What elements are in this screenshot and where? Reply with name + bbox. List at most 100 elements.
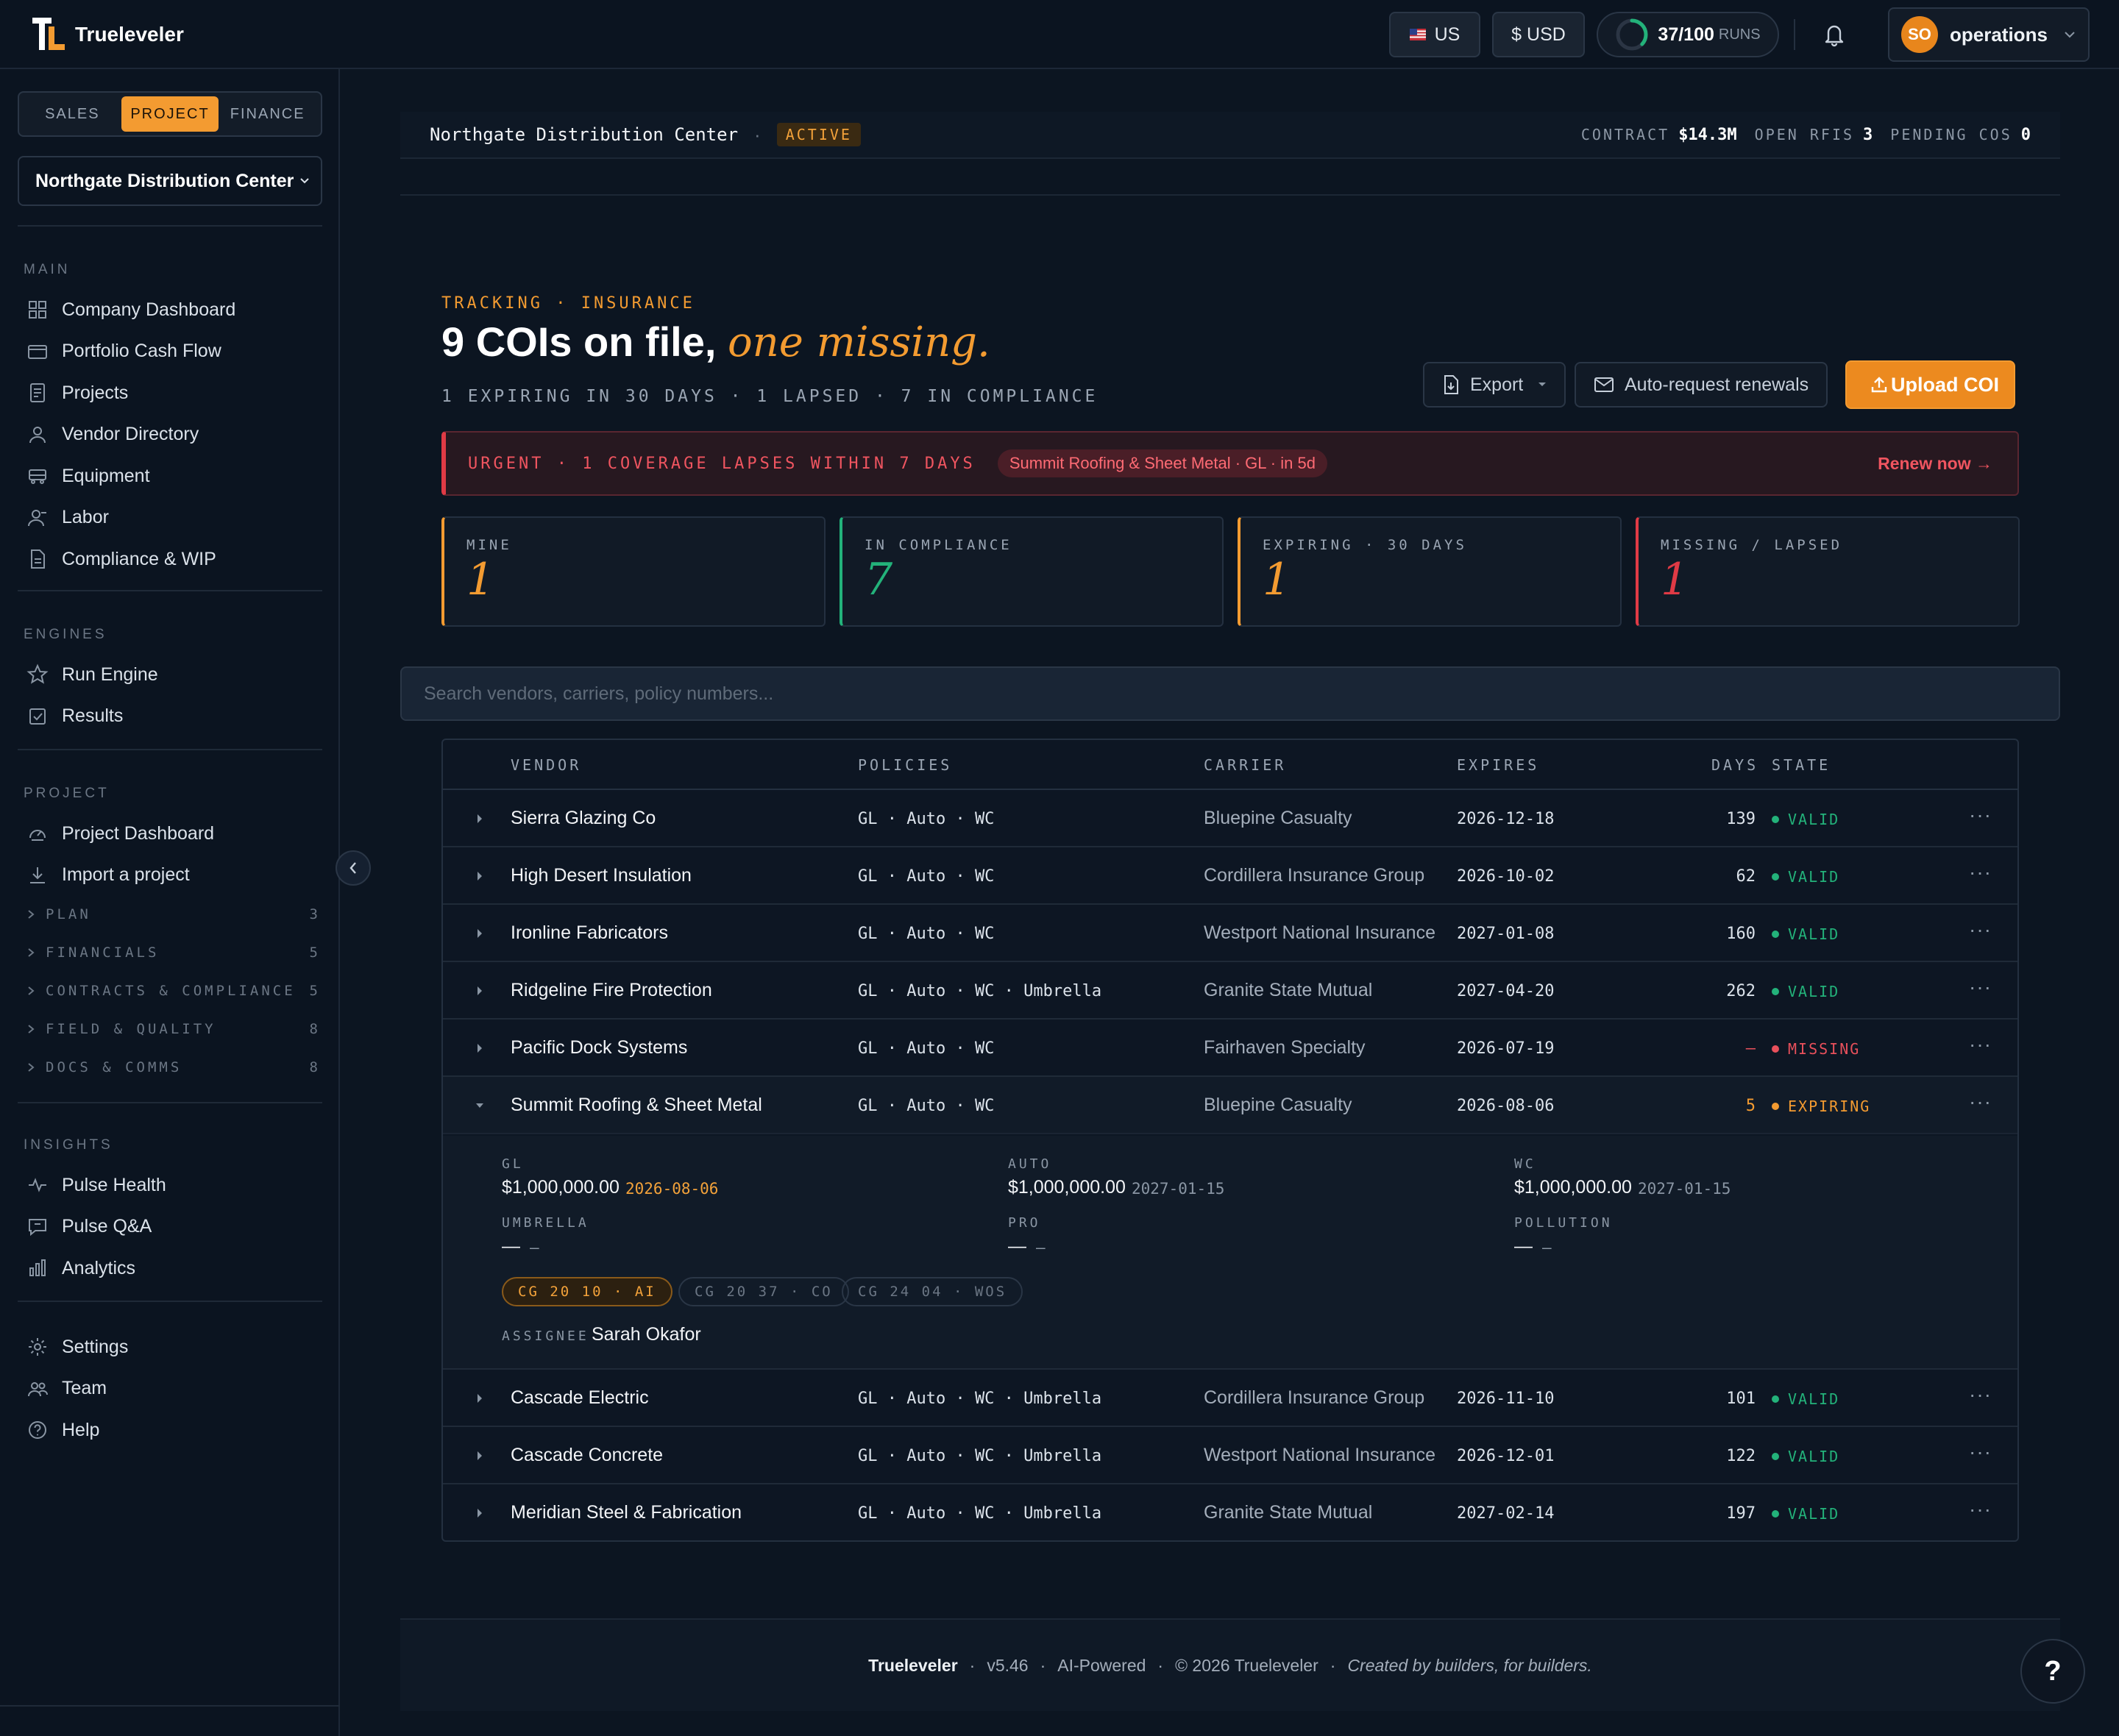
sidebar-group-plan[interactable]: PLAN 3 — [24, 906, 318, 922]
table-row[interactable]: Cascade Concrete GL · Auto · WC · Umbrel… — [443, 1427, 2017, 1484]
sidebar-item-portfolio-cash-flow[interactable]: Portfolio Cash Flow — [26, 341, 221, 363]
vendor-name[interactable]: Pacific Dock Systems — [511, 1037, 687, 1059]
vendor-name[interactable]: Ridgeline Fire Protection — [511, 980, 712, 1001]
assignee-name[interactable]: Sarah Okafor — [592, 1324, 701, 1345]
caret-right-icon[interactable] — [472, 1443, 487, 1468]
footer-version: v5.46 — [987, 1655, 1029, 1675]
help-button[interactable]: ? — [2020, 1639, 2085, 1704]
caret-right-icon[interactable] — [472, 921, 487, 946]
sidebar-item-vendor-directory[interactable]: Vendor Directory — [26, 424, 199, 446]
sidebar-item-team[interactable]: Team — [26, 1378, 107, 1400]
pulse-icon — [29, 1178, 46, 1192]
endorsement-chip[interactable]: CG 24 04 · WOS — [842, 1277, 1023, 1306]
sidebar-group-field-quality[interactable]: FIELD & QUALITY 8 — [24, 1021, 318, 1037]
sidebar-item-results[interactable]: Results — [26, 705, 123, 728]
vendor-name[interactable]: Meridian Steel & Fabrication — [511, 1502, 742, 1523]
endorsement-chip[interactable]: CG 20 10 · AI — [502, 1277, 672, 1306]
currency-selector[interactable]: $ USD — [1492, 12, 1585, 57]
sidebar-item-label: Pulse Health — [62, 1174, 166, 1195]
table-row[interactable]: Sierra Glazing Co GL · Auto · WC Bluepin… — [443, 790, 2017, 847]
bell-icon[interactable] — [1822, 21, 1847, 47]
caret-right-icon[interactable] — [472, 1501, 487, 1526]
more-icon[interactable]: ··· — [1969, 1498, 1992, 1521]
stat-card[interactable]: IN COMPLIANCE 7 — [840, 516, 1224, 627]
col-expires[interactable]: EXPIRES — [1457, 756, 1539, 774]
table-row[interactable]: Summit Roofing & Sheet Metal GL · Auto ·… — [443, 1077, 2017, 1134]
user-menu[interactable]: SO operations — [1888, 7, 2090, 62]
renew-now-link[interactable]: Renew now → — [1878, 454, 1992, 474]
more-icon[interactable]: ··· — [1969, 1383, 1992, 1406]
auto-request-button[interactable]: Auto-request renewals — [1575, 362, 1828, 408]
table-row[interactable]: Ridgeline Fire Protection GL · Auto · WC… — [443, 962, 2017, 1020]
sidebar-item-label: Pulse Q&A — [62, 1216, 152, 1237]
sidebar-item-labor[interactable]: Labor — [26, 507, 109, 529]
sidebar-item-import-a-project[interactable]: Import a project — [26, 864, 190, 886]
caret-right-icon[interactable] — [472, 1386, 487, 1411]
project-selector[interactable]: Northgate Distribution Center — [18, 156, 322, 206]
tab-finance[interactable]: FINANCE — [219, 96, 316, 132]
sidebar-item-project-dashboard[interactable]: Project Dashboard — [26, 822, 214, 844]
vendor-name[interactable]: Ironline Fabricators — [511, 922, 668, 944]
table-row[interactable]: High Desert Insulation GL · Auto · WC Co… — [443, 847, 2017, 905]
alert-chip[interactable]: Summit Roofing & Sheet Metal · GL · in 5… — [997, 449, 1327, 477]
table-row[interactable]: Pacific Dock Systems GL · Auto · WC Fair… — [443, 1020, 2017, 1077]
days: — — [1745, 1039, 1756, 1058]
sidebar-item-settings[interactable]: Settings — [26, 1336, 128, 1358]
sidebar-group-docs-comms[interactable]: DOCS & COMMS 8 — [24, 1059, 318, 1075]
bar-chart-icon — [29, 1259, 46, 1276]
endorsement-chip[interactable]: CG 20 37 · CO — [678, 1277, 849, 1306]
vendor-name[interactable]: Cascade Electric — [511, 1387, 649, 1409]
search-input[interactable]: Search vendors, carriers, policy numbers… — [400, 666, 2060, 721]
sidebar-item-pulse-health[interactable]: Pulse Health — [26, 1174, 166, 1196]
caret-right-icon[interactable] — [472, 864, 487, 889]
more-icon[interactable]: ··· — [1969, 918, 1992, 942]
sidebar-item-company-dashboard[interactable]: Company Dashboard — [26, 299, 235, 321]
sidebar-item-equipment[interactable]: Equipment — [26, 465, 150, 487]
more-icon[interactable]: ··· — [1969, 861, 1992, 884]
sidebar-item-help[interactable]: Help — [26, 1419, 99, 1441]
collapse-sidebar-button[interactable] — [336, 850, 371, 886]
more-icon[interactable]: ··· — [1969, 1033, 1992, 1056]
sidebar-group-financials[interactable]: FINANCIALS 5 — [24, 945, 318, 961]
more-icon[interactable]: ··· — [1969, 803, 1992, 827]
days: 160 — [1726, 925, 1756, 943]
more-icon[interactable]: ··· — [1969, 1440, 1992, 1464]
col-days[interactable]: DAYS — [1711, 756, 1758, 774]
stat-card[interactable]: MINE 1 — [441, 516, 826, 627]
vendor-name[interactable]: Sierra Glazing Co — [511, 808, 656, 829]
vendor-name[interactable]: High Desert Insulation — [511, 865, 692, 886]
table-row[interactable]: Cascade Electric GL · Auto · WC · Umbrel… — [443, 1370, 2017, 1427]
col-vendor[interactable]: VENDOR — [511, 756, 581, 774]
stat-card[interactable]: MISSING / LAPSED 1 — [1636, 516, 2020, 627]
vendor-name[interactable]: Summit Roofing & Sheet Metal — [511, 1095, 762, 1116]
sidebar-item-analytics[interactable]: Analytics — [26, 1257, 135, 1279]
tab-sales[interactable]: SALES — [24, 96, 121, 132]
table-row[interactable]: Ironline Fabricators GL · Auto · WC West… — [443, 905, 2017, 962]
more-icon[interactable]: ··· — [1969, 975, 1992, 999]
tab-project[interactable]: PROJECT — [121, 96, 219, 132]
app-logo[interactable]: Trueleveler — [31, 16, 184, 53]
col-policies[interactable]: POLICIES — [858, 756, 952, 774]
region-selector[interactable]: US — [1389, 12, 1480, 57]
sidebar-item-pulse-q-a[interactable]: Pulse Q&A — [26, 1216, 152, 1238]
sidebar-item-compliance-wip[interactable]: Compliance & WIP — [26, 548, 216, 570]
export-button[interactable]: Export — [1423, 362, 1566, 408]
col-state[interactable]: STATE — [1772, 756, 1831, 774]
sidebar-item-label: Portfolio Cash Flow — [62, 341, 221, 361]
col-carrier[interactable]: CARRIER — [1204, 756, 1286, 774]
caret-down-icon[interactable] — [472, 1093, 487, 1118]
sidebar-item-run-engine[interactable]: Run Engine — [26, 664, 158, 686]
caret-right-icon[interactable] — [472, 806, 487, 831]
stat-card[interactable]: EXPIRING · 30 DAYS 1 — [1238, 516, 1622, 627]
upload-coi-button[interactable]: Upload COI — [1845, 360, 2015, 409]
sidebar-group-contracts-compliance[interactable]: CONTRACTS & COMPLIANCE 5 — [24, 983, 318, 999]
sidebar-item-projects[interactable]: Projects — [26, 382, 128, 404]
table-row[interactable]: Meridian Steel & Fabrication GL · Auto ·… — [443, 1484, 2017, 1540]
status-badge: ACTIVE — [776, 123, 861, 146]
vendor-name[interactable]: Cascade Concrete — [511, 1445, 663, 1466]
runs-meter[interactable]: 37/100 RUNS — [1597, 12, 1779, 57]
more-icon[interactable]: ··· — [1969, 1090, 1992, 1114]
caret-right-icon[interactable] — [472, 1036, 487, 1061]
caret-right-icon[interactable] — [472, 978, 487, 1003]
separator: · — [754, 123, 761, 146]
